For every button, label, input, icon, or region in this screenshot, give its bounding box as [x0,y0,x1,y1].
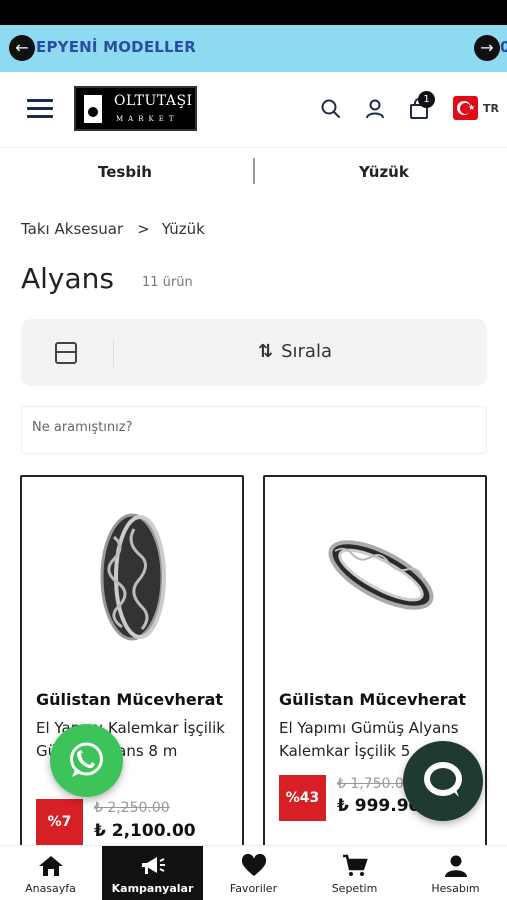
cart-badge: 1 [418,91,435,108]
breadcrumb-item[interactable]: Yüzük [162,220,205,238]
product-brand: Gülistan Mücevherat [36,690,224,709]
nav-favoriler[interactable]: Favoriler [203,846,304,900]
chat-button[interactable] [403,741,483,821]
search-input[interactable] [32,420,472,435]
heart-icon [241,854,266,876]
language-label[interactable]: TR [483,102,499,115]
user-icon [444,855,467,877]
nav-sepetim[interactable]: Sepetim [304,846,405,900]
megaphone-icon [141,857,165,874]
nav-hesabim[interactable]: Hesabım [405,846,506,900]
breadcrumb-separator: > [137,220,150,238]
category-tesbih[interactable]: Tesbih [98,163,152,181]
nav-label: Sepetim [331,882,378,895]
user-icon[interactable] [364,98,386,120]
old-price: ₺ 1,750.00 [337,776,413,792]
sort-icon: ⇅ [258,341,274,362]
promo-text: EPYENİ MODELLER [36,38,196,56]
home-icon [38,856,63,876]
bottom-nav: Anasayfa Kampanyalar Favoriler Sepetim H… [0,845,507,900]
cart-icon [342,854,368,876]
logo-name: OLTUTAŞI [114,93,193,109]
whatsapp-button[interactable] [50,724,123,797]
nav-label: Kampanyalar [111,882,194,895]
nav-label: Anasayfa [25,882,76,895]
breadcrumb-item[interactable]: Takı Aksesuar [21,220,123,238]
discount-badge: %7 [36,799,83,845]
menu-icon[interactable] [27,99,53,119]
search-box [21,406,487,454]
nav-label: Hesabım [431,882,480,895]
arrow-right-icon[interactable]: → [474,35,500,61]
discount-badge: %43 [279,775,326,821]
logo-sub: MARKET [116,115,179,123]
search-icon[interactable] [320,98,342,120]
header: OLTUTAŞI MARKET 1 ★ TR [0,72,507,148]
toolbar-divider [113,339,114,367]
nav-kampanyalar[interactable]: Kampanyalar [102,846,203,900]
category-yuzuk[interactable]: Yüzük [359,163,409,181]
layout-toggle-icon[interactable] [55,342,77,364]
turkey-flag-icon[interactable]: ★ [453,96,478,120]
logo-mark [84,95,102,123]
product-image [100,513,166,641]
whatsapp-icon [70,742,103,777]
chat-icon [424,762,462,797]
promo-banner[interactable]: ← EPYENİ MODELLER → 0 [0,25,507,72]
arrow-left-icon[interactable]: ← [9,35,35,61]
category-bar: Tesbih Yüzük [0,148,507,194]
sort-button[interactable]: ⇅ Sırala [258,341,332,362]
product-brand: Gülistan Mücevherat [279,690,467,709]
product-count: 11 ürün [142,275,193,290]
product-card[interactable]: Gülistan Mücevherat El Yapımı Kalemkar İ… [20,475,244,855]
product-image [328,540,434,610]
category-divider [253,158,255,184]
status-bar [0,0,507,25]
nav-label: Favoriler [229,882,278,895]
nav-anasayfa[interactable]: Anasayfa [0,846,101,900]
toolbar: ⇅ Sırala [21,319,487,386]
sort-label: Sırala [281,341,332,362]
promo-text-next: 0 [500,38,507,56]
new-price: ₺ 2,100.00 [94,821,196,841]
logo[interactable]: OLTUTAŞI MARKET [74,86,197,131]
page-title: Alyans [21,262,114,295]
old-price: ₺ 2,250.00 [94,800,170,816]
breadcrumb: Takı Aksesuar > Yüzük [21,220,205,238]
